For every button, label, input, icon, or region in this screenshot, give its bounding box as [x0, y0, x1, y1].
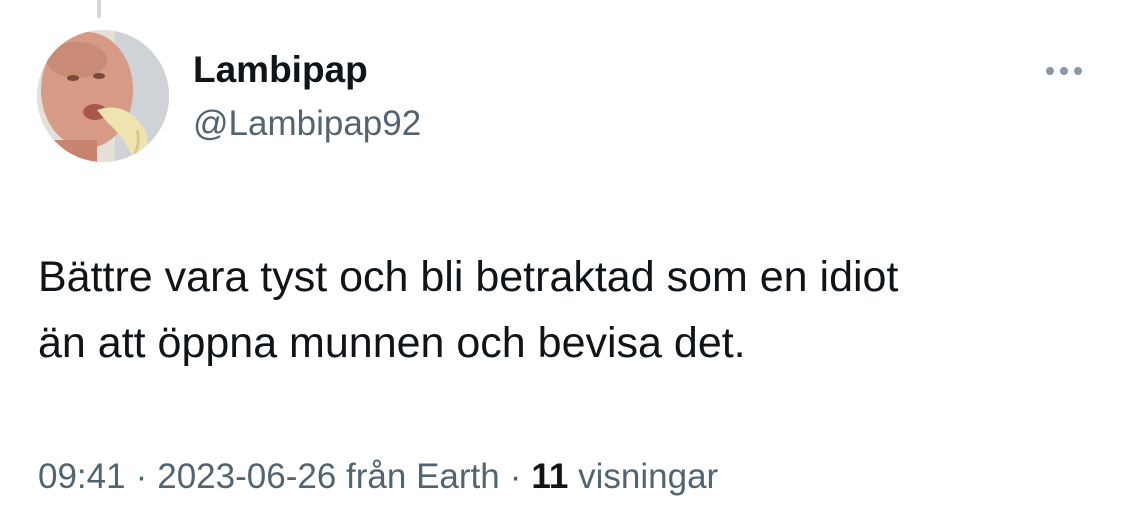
more-horizontal-icon-dot	[1060, 67, 1068, 75]
tweet-source: från Earth	[346, 457, 500, 496]
tweet-timestamp-link[interactable]: 09:41 · 2023-06-26	[38, 457, 336, 496]
tweet-date: 2023-06-26	[157, 457, 337, 496]
separator: ·	[135, 457, 148, 496]
separator: ·	[509, 457, 522, 496]
tweet-text-line: Bättre vara tyst och bli betraktad som e…	[38, 253, 899, 301]
more-horizontal-icon	[1046, 67, 1054, 75]
author-handle[interactable]: @Lambipap92	[193, 102, 421, 146]
views-label: visningar	[578, 457, 719, 496]
avatar[interactable]	[37, 30, 169, 162]
more-options-button[interactable]	[1036, 58, 1092, 84]
thread-connector-line	[97, 0, 101, 18]
tweet-text: Bättre vara tyst och bli betraktad som e…	[38, 244, 1098, 376]
views-count: 11	[531, 457, 569, 496]
tweet-text-line: än att öppna munnen och bevisa det.	[38, 319, 746, 367]
profile-photo	[37, 30, 169, 162]
tweet-time: 09:41	[38, 457, 126, 496]
tweet-metadata: 09:41 · 2023-06-26 från Earth · 11 visningar	[38, 455, 718, 499]
more-horizontal-icon-dot	[1074, 67, 1082, 75]
author-display-name[interactable]: Lambipap	[193, 48, 368, 92]
